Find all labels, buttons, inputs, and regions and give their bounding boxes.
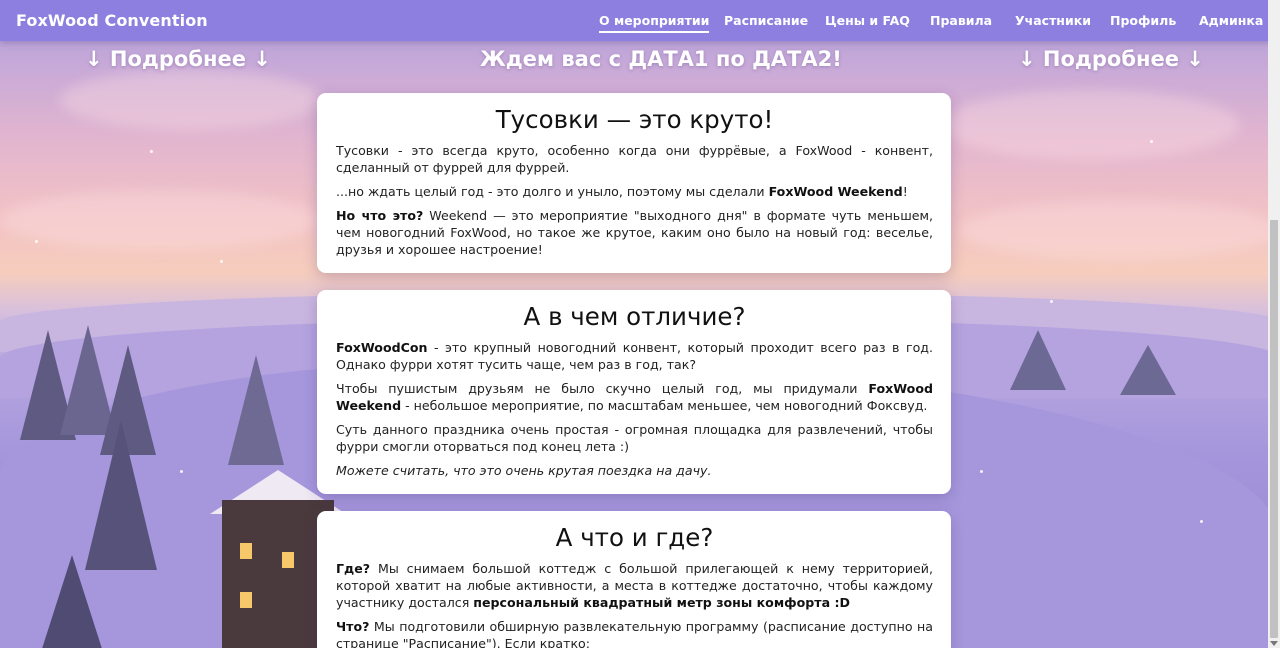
scroll-down-arrow-icon[interactable] [1270, 641, 1278, 646]
nav-item-schedule[interactable]: Расписание [724, 13, 808, 28]
nav-item-rules[interactable]: Правила [930, 13, 992, 28]
nav-item-prices-faq[interactable]: Цены и FAQ [825, 13, 910, 28]
brand-logo-text[interactable]: FoxWood Convention [16, 11, 208, 30]
info-card-parties: Тусовки — это круто! Тусовки - это всегд… [317, 93, 951, 273]
event-dates-banner: Ждем вас с ДАТА1 по ДАТА2! [480, 47, 842, 71]
card-paragraph: Но что это? Weekend — это мероприятие "в… [336, 208, 934, 257]
more-details-link-right[interactable]: ↓ Подробнее ↓ [1018, 47, 1204, 71]
info-card-what-where: А что и где? Где? Мы снимаем большой кот… [317, 511, 951, 648]
nav-item-profile[interactable]: Профиль [1110, 13, 1176, 28]
card-paragraph-italic: Можете считать, что это очень крутая пое… [336, 463, 712, 478]
nav-item-about[interactable]: О мероприятии [599, 13, 710, 33]
card-paragraph: Тусовки - это всегда круто, особенно ког… [336, 143, 933, 175]
card-title: А что и где? [555, 523, 714, 552]
top-navbar: FoxWood Convention О мероприятии Расписа… [0, 0, 1280, 41]
card-paragraph: Что? Мы подготовили обширную развлекател… [336, 619, 933, 648]
nav-item-participants[interactable]: Участники [1015, 13, 1091, 28]
card-paragraph: FoxWoodCon - это крупный новогодний конв… [336, 340, 933, 372]
card-title: Тусовки — это круто! [495, 105, 774, 134]
card-title: А в чем отличие? [523, 302, 746, 331]
card-paragraph: Суть данного праздника очень простая - о… [336, 422, 933, 454]
card-paragraph: Чтобы пушистым друзьям не было скучно це… [336, 381, 933, 413]
info-card-difference: А в чем отличие? FoxWoodCon - это крупны… [317, 290, 951, 494]
nav-item-admin[interactable]: Админка [1199, 13, 1263, 28]
scrollbar-thumb[interactable] [1270, 220, 1278, 638]
more-details-link-left[interactable]: ↓ Подробнее ↓ [85, 47, 271, 71]
card-paragraph: Где? Мы снимаем большой коттедж с большо… [336, 561, 933, 610]
card-paragraph: ...но ждать целый год - это долго и уныл… [336, 184, 908, 199]
page-scrollbar[interactable] [1268, 0, 1280, 648]
